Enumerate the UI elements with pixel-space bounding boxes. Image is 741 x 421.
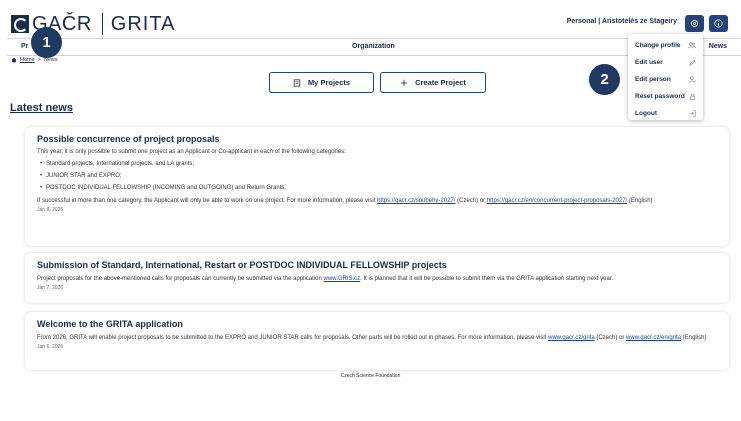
souhehy-link[interactable]: https://gacr.cz/soubehy-2027/ (377, 198, 455, 204)
news-text: If successful in more than one category,… (37, 198, 378, 204)
settings-button[interactable] (685, 15, 704, 32)
gacr-logo-icon (11, 15, 29, 33)
news-date: Jan 6, 2026 (37, 344, 64, 350)
menu-item-logout[interactable]: Logout (628, 105, 703, 122)
menu-item-label: Edit person (635, 76, 671, 83)
grita-cz-link[interactable]: www.gacr.cz/grita (548, 335, 595, 341)
my-projects-button[interactable]: My Projects (269, 72, 374, 93)
news-text: . It is planned that it will be possible… (360, 276, 614, 282)
menu-item-label: Reset password (635, 93, 685, 100)
logout-icon (689, 110, 696, 117)
my-projects-label: My Projects (307, 78, 351, 87)
news-text: (Czech) or (594, 335, 627, 341)
user-profile-label[interactable]: Personal | Aristotelés ze Stageiry (567, 18, 677, 25)
news-bullet: POSTDOC INDIVIDUAL FELLOWSHIP (INCOMING … (40, 182, 717, 194)
page: GAČR GRITA Personal | Aristotelés ze Sta… (0, 0, 741, 421)
footer: Czech Science Foundation (340, 373, 401, 379)
person-edit-icon (689, 76, 696, 83)
menu-item-edit-user[interactable]: Edit user (628, 54, 703, 71)
news-outro: If successful in more than one category,… (37, 197, 717, 206)
news-bullet-list: Standard projects, International project… (40, 158, 717, 194)
news-body: From 2026, GRITA will enable project pro… (37, 334, 717, 343)
news-bullet: JUNIOR STAR and EXPRO; (40, 170, 717, 182)
news-text: (English) (681, 335, 707, 341)
news-text: From 2026, GRITA will enable project pro… (37, 335, 548, 341)
menu-item-reset-password[interactable]: Reset password (628, 88, 703, 105)
grita-en-link[interactable]: www.gacr.cz/en/grita (626, 335, 681, 341)
menu-item-edit-person[interactable]: Edit person (628, 71, 703, 88)
step-marker-2: 2 (589, 64, 620, 95)
logo-divider (101, 13, 103, 35)
gear-icon (690, 19, 699, 28)
app-name: GRITA (110, 12, 176, 35)
news-card: Welcome to the GRITA application From 20… (25, 312, 729, 370)
news-title[interactable]: Submission of Standard, International, R… (37, 260, 717, 270)
nav-item-organization[interactable]: Organization (352, 43, 395, 50)
latest-news-heading: Latest news (10, 102, 73, 114)
news-date: Jan 8, 2026 (37, 207, 64, 213)
news-card: Possible concurrence of project proposal… (25, 127, 729, 246)
step-marker-1: 1 (31, 27, 62, 58)
breadcrumb-home-link[interactable]: Home (20, 57, 35, 63)
gris-link[interactable]: www.GRIS.cz (324, 276, 361, 282)
news-date: Jan 7, 2026 (37, 285, 64, 291)
create-project-label: Create Project (415, 78, 466, 87)
news-bullet: Standard projects, International project… (40, 158, 717, 170)
news-intro: This year, it is only possible to submit… (37, 149, 346, 155)
info-icon (714, 19, 723, 28)
nav-item-projects[interactable]: Pr (21, 43, 28, 50)
users-icon (688, 42, 696, 49)
info-button[interactable] (709, 15, 728, 32)
breadcrumb-separator: > (37, 57, 41, 63)
news-text: (English) (627, 198, 653, 204)
news-card: Submission of Standard, International, R… (25, 253, 729, 303)
create-project-button[interactable]: Create Project (380, 72, 486, 93)
document-icon (293, 78, 301, 87)
concurrent-proposals-link[interactable]: https://gacr.cz/en/concurrent-project-pr… (487, 198, 627, 204)
menu-item-change-profile[interactable]: Change profile (628, 37, 703, 54)
menu-item-label: Change profile (635, 42, 681, 49)
news-body: Project proposals for the above-mentione… (37, 275, 717, 284)
news-text: (Czech) or (455, 198, 487, 204)
news-title[interactable]: Welcome to the GRITA application (37, 319, 717, 329)
nav-item-news[interactable]: News (709, 43, 727, 50)
user-dropdown-menu: Change profile Edit user Edit person Res… (628, 34, 703, 120)
news-text: Project proposals for the above-mentione… (37, 276, 324, 282)
lock-icon (690, 93, 695, 100)
breadcrumb: Home > News (11, 57, 58, 63)
news-title[interactable]: Possible concurrence of project proposal… (37, 134, 717, 144)
home-icon (11, 57, 17, 63)
pencil-icon (689, 59, 696, 66)
menu-item-label: Logout (635, 110, 658, 117)
menu-item-label: Edit user (635, 59, 663, 66)
plus-icon (400, 79, 408, 86)
